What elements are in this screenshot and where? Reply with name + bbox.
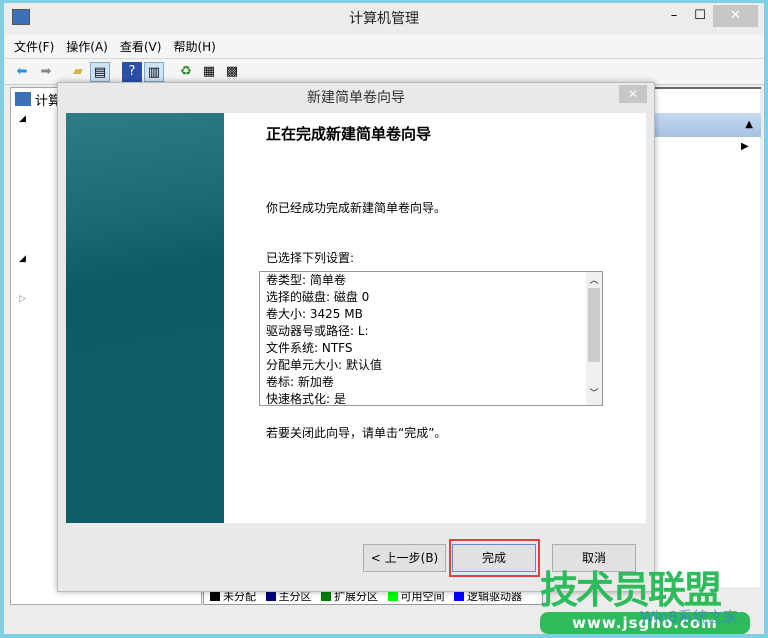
back-icon[interactable]: ⬅	[12, 62, 32, 82]
actions-header[interactable]: ▲	[653, 113, 761, 137]
menu-file[interactable]: 文件(F)	[8, 35, 60, 59]
setting-item: 分配单元大小: 默认值	[266, 358, 382, 372]
computer-icon	[15, 92, 31, 106]
help-icon[interactable]: ?	[122, 62, 142, 82]
window-title: 计算机管理	[349, 11, 419, 27]
wizard-banner-image	[66, 113, 224, 523]
scroll-down-icon[interactable]: ﹀	[586, 386, 602, 403]
setting-item: 选择的磁盘: 磁盘 0	[266, 290, 370, 304]
setting-item: 卷大小: 3425 MB	[266, 307, 363, 321]
setting-item: 卷类型: 简单卷	[266, 273, 346, 287]
expand-icon[interactable]: ◢	[19, 114, 26, 124]
menu-bar: 文件(F) 操作(A) 查看(V) 帮助(H)	[4, 35, 764, 59]
watermark-brand: 技术员联盟	[540, 568, 722, 612]
minimize-button[interactable]: –	[664, 5, 684, 27]
dialog-close-button[interactable]: ✕	[619, 85, 647, 103]
expand-icon[interactable]: ◢	[19, 254, 26, 264]
scrollbar-thumb[interactable]	[588, 288, 600, 362]
properties-icon[interactable]: ▦	[199, 62, 219, 82]
dialog-title: 新建简单卷向导	[307, 90, 405, 106]
settings-label: 已选择下列设置:	[266, 251, 355, 265]
setting-item: 文件系统: NTFS	[266, 341, 353, 355]
actions-pane: ▲ ▶	[652, 87, 761, 587]
setting-item: 驱动器号或路径: L:	[266, 324, 369, 338]
menu-help[interactable]: 帮助(H)	[167, 35, 221, 59]
close-button[interactable]: ✕	[713, 5, 758, 27]
collapse-icon[interactable]: ▷	[19, 294, 26, 304]
menu-action[interactable]: 操作(A)	[60, 35, 114, 59]
new-simple-volume-wizard: 新建简单卷向导 ✕ 正在完成新建简单卷向导 你已经成功完成新建简单卷向导。 已选…	[57, 82, 655, 592]
computer-management-window: 计算机管理 – ☐ ✕ 文件(F) 操作(A) 查看(V) 帮助(H) ⬅ ➡ ▰ ▤…	[4, 3, 764, 634]
finish-button[interactable]: 完成	[452, 544, 536, 572]
watermark-sub: Win8系统之家	[640, 608, 738, 626]
settings-listbox[interactable]: 卷类型: 简单卷 选择的磁盘: 磁盘 0 卷大小: 3425 MB 驱动器号或路…	[259, 271, 603, 406]
more-actions-icon[interactable]: ▶	[741, 141, 749, 152]
wizard-content: 正在完成新建简单卷向导 你已经成功完成新建简单卷向导。 已选择下列设置: 卷类型…	[224, 113, 646, 523]
close-hint: 若要关闭此向导，请单击“完成”。	[266, 426, 447, 440]
refresh-icon[interactable]: ♻	[176, 62, 196, 82]
wizard-heading: 正在完成新建简单卷向导	[266, 125, 432, 143]
setting-item: 卷标: 新加卷	[266, 375, 334, 389]
scrollbar[interactable]: ︿ ﹀	[586, 272, 602, 405]
setting-item: 快速格式化: 是	[266, 392, 346, 406]
maximize-button[interactable]: ☐	[690, 5, 710, 27]
show-tree-icon[interactable]: ▤	[90, 62, 110, 82]
wizard-intro: 你已经成功完成新建简单卷向导。	[266, 201, 447, 215]
up-folder-icon[interactable]: ▰	[68, 62, 88, 82]
forward-icon[interactable]: ➡	[36, 62, 56, 82]
back-button[interactable]: < 上一步(B)	[363, 544, 446, 572]
menu-view[interactable]: 查看(V)	[114, 35, 168, 59]
show-action-pane-icon[interactable]: ▥	[144, 62, 164, 82]
settings-icon[interactable]: ▩	[222, 62, 242, 82]
